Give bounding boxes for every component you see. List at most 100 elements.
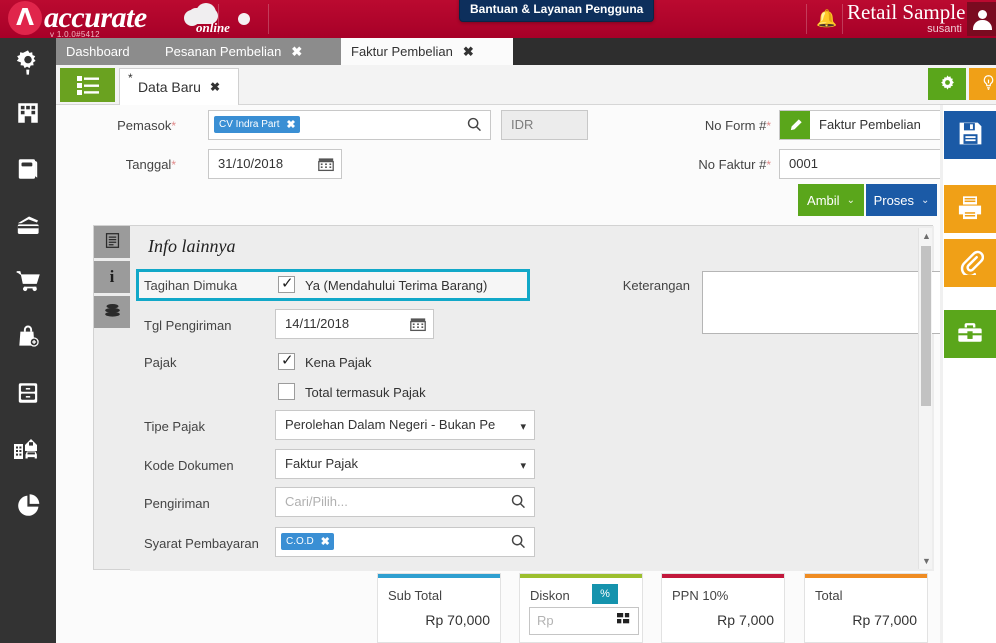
card-title: PPN 10% <box>672 588 729 603</box>
kena-pajak-checkbox[interactable] <box>278 351 295 370</box>
card-accent-bar <box>520 574 642 578</box>
calendar-icon[interactable] <box>410 316 426 335</box>
tipe-pajak-select[interactable]: Perolehan Dalam Negeri - Bukan Pe ▾ <box>275 410 535 440</box>
tab-pesanan-pembelian[interactable]: Pesanan Pembelian ✖ <box>155 38 341 65</box>
scroll-down-arrow[interactable]: ▼ <box>922 556 931 566</box>
chevron-down-icon[interactable]: ▾ <box>520 420 526 433</box>
search-icon[interactable] <box>510 533 527 553</box>
tgl-pengiriman-input[interactable]: 14/11/2018 <box>275 309 434 339</box>
pie-chart-icon <box>15 492 42 519</box>
close-icon[interactable]: ✖ <box>291 44 302 60</box>
form-content-area: Pemasok* CV Indra Part ✖ IDR No Form #* <box>56 105 987 643</box>
chevron-down-icon[interactable]: ▾ <box>520 459 526 472</box>
user-avatar-icon[interactable] <box>967 2 996 36</box>
scroll-up-arrow[interactable]: ▲ <box>922 231 931 241</box>
card-ppn: PPN 10% Rp 7,000 <box>661 573 785 643</box>
no-form-label: No Form #* <box>651 118 771 133</box>
pengiriman-input[interactable]: Cari/Pilih... <box>275 487 535 517</box>
percent-toggle-badge[interactable]: % <box>592 584 618 604</box>
bell-icon[interactable]: 🔔 <box>815 6 839 32</box>
search-icon[interactable] <box>466 116 483 136</box>
close-icon[interactable]: ✖ <box>463 44 474 60</box>
sidebar-item-inventory[interactable] <box>0 365 56 421</box>
ambil-button[interactable]: Ambil ⌄ <box>798 184 864 216</box>
vtab-info[interactable]: i <box>94 261 130 293</box>
logo-online-label: online <box>196 20 230 35</box>
sidebar-item-company[interactable] <box>0 85 56 141</box>
card-value: Rp 7,000 <box>717 612 774 628</box>
app-logo[interactable]: Λ accurate v 1.0.0#5412 <box>8 1 147 38</box>
tanggal-input[interactable]: 31/10/2018 <box>208 149 342 179</box>
sidebar-item-reports[interactable] <box>0 477 56 533</box>
pemasok-chip[interactable]: CV Indra Part ✖ <box>214 116 300 133</box>
pemasok-label: Pemasok* <box>76 118 176 133</box>
panel-scrollbar[interactable]: ▲ ▼ <box>918 228 932 569</box>
sidebar-item-settings[interactable] <box>0 38 56 85</box>
panel-body: Info lainnya Tagihan Dimuka Ya (Mendahul… <box>130 226 957 571</box>
tab-dashboard[interactable]: Dashboard <box>56 38 155 65</box>
syarat-chip[interactable]: C.O.D ✖ <box>281 533 334 550</box>
required-marker: * <box>766 158 771 172</box>
card-title: Diskon <box>530 588 570 603</box>
left-navigation-rail <box>0 38 56 643</box>
logo-wordmark: accurate <box>44 1 147 34</box>
calculator-icon[interactable] <box>617 613 632 631</box>
pemasok-input[interactable]: CV Indra Part ✖ <box>208 110 491 140</box>
tab-label: Dashboard <box>66 44 130 59</box>
attachment-button[interactable] <box>944 239 996 287</box>
inner-tab-data-baru[interactable]: * Data Baru ✖ <box>119 68 239 105</box>
total-termasuk-pajak-checkbox[interactable] <box>278 383 295 400</box>
sidebar-item-book[interactable] <box>0 141 56 197</box>
save-button[interactable] <box>944 111 996 159</box>
tips-button[interactable] <box>969 68 996 100</box>
vtab-payment[interactable] <box>94 296 130 328</box>
panel-vertical-tabs: i <box>94 226 130 571</box>
sidebar-item-sales[interactable] <box>0 253 56 309</box>
tipe-pajak-value: Perolehan Dalam Negeri - Bukan Pe <box>285 417 496 432</box>
list-menu-icon[interactable] <box>60 68 115 102</box>
pajak-label: Pajak <box>144 355 177 370</box>
chip-label: CV Indra Part <box>219 119 280 130</box>
syarat-pembayaran-label: Syarat Pembayaran <box>144 536 259 551</box>
sidebar-item-assets[interactable] <box>0 421 56 477</box>
scrollbar-thumb[interactable] <box>921 246 931 406</box>
print-button[interactable] <box>944 185 996 233</box>
required-marker: * <box>171 158 176 172</box>
toolbox-button[interactable] <box>944 310 996 358</box>
card-accent-bar <box>805 574 927 578</box>
pencil-icon[interactable] <box>780 111 810 139</box>
settings-button[interactable] <box>928 68 966 100</box>
close-icon[interactable]: ✖ <box>210 80 220 94</box>
close-icon[interactable]: ✖ <box>286 118 295 131</box>
card-subtotal: Sub Total Rp 70,000 <box>377 573 501 643</box>
user-menu[interactable]: Retail Sample susanti <box>847 1 965 35</box>
syarat-pembayaran-input[interactable]: C.O.D ✖ <box>275 527 535 557</box>
notebook-icon <box>15 156 41 182</box>
diskon-placeholder: Rp <box>537 613 554 628</box>
panel-title: Info lainnya <box>148 236 236 256</box>
tab-label: Pesanan Pembelian <box>165 44 282 59</box>
panel-divider <box>940 105 943 643</box>
no-faktur-label: No Faktur #* <box>651 157 771 172</box>
module-toolbar: * Data Baru ✖ <box>56 65 996 105</box>
pengiriman-placeholder: Cari/Pilih... <box>285 494 348 509</box>
tagihan-dimuka-checkbox[interactable] <box>278 274 295 293</box>
app-header: Λ accurate v 1.0.0#5412 online Bantuan &… <box>0 0 996 38</box>
kode-dokumen-select[interactable]: Faktur Pajak ▾ <box>275 449 535 479</box>
calendar-icon[interactable] <box>318 156 334 175</box>
vtab-detail[interactable] <box>94 226 130 258</box>
sidebar-item-purchase[interactable] <box>0 309 56 365</box>
kena-pajak-label: Kena Pajak <box>305 355 372 370</box>
chevron-down-icon: ⌄ <box>846 194 855 206</box>
diskon-input[interactable]: Rp <box>529 607 639 635</box>
sidebar-item-wallet[interactable] <box>0 197 56 253</box>
proses-button[interactable]: Proses ⌄ <box>866 184 937 216</box>
lightbulb-icon <box>980 74 996 94</box>
status-dot-icon[interactable] <box>238 13 250 25</box>
info-lainnya-panel: i Info lainnya Tagihan Dimuka ✓ Ya (Mend… <box>93 225 957 571</box>
close-icon[interactable]: ✖ <box>321 535 330 548</box>
help-banner[interactable]: Bantuan & Layanan Pengguna <box>459 0 655 22</box>
search-icon[interactable] <box>510 493 527 513</box>
tab-faktur-pembelian[interactable]: Faktur Pembelian ✖ <box>341 38 513 65</box>
kode-dokumen-label: Kode Dokumen <box>144 458 234 473</box>
